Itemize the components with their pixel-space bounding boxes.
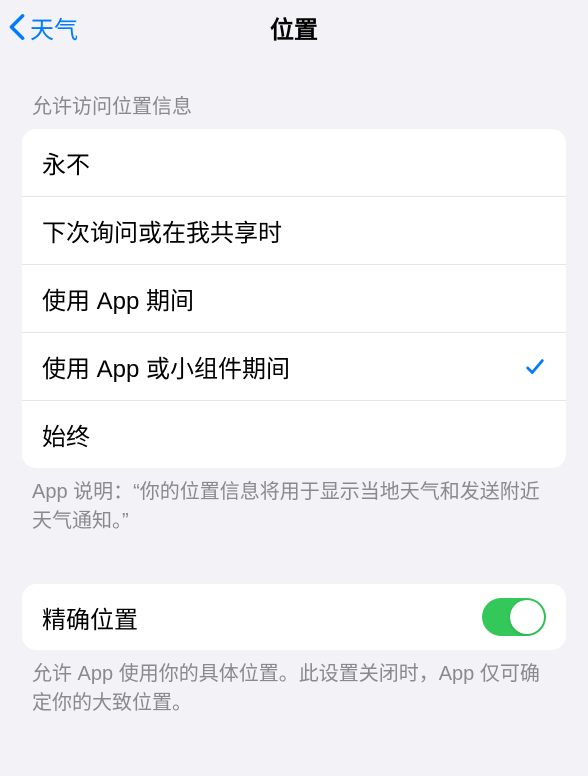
back-button[interactable]: 天气 [8,10,78,45]
access-section-footer: App 说明：“你的位置信息将用于显示当地天气和发送附近天气通知。” [0,468,588,536]
access-section-header: 允许访问位置信息 [0,54,588,129]
location-access-options: 永不 下次询问或在我共享时 使用 App 期间 使用 App 或小组件期间 始终 [22,129,566,468]
precise-section-footer: 允许 App 使用你的具体位置。此设置关闭时，App 仅可确定你的大致位置。 [0,650,588,718]
precise-location-label: 精确位置 [42,600,138,635]
precise-location-group: 精确位置 [22,584,566,650]
option-label: 使用 App 期间 [42,281,194,316]
checkmark-icon [524,356,546,378]
chevron-left-icon [8,13,26,41]
option-ask-next-time[interactable]: 下次询问或在我共享时 [22,196,566,264]
option-while-using-app[interactable]: 使用 App 期间 [22,264,566,332]
option-label: 使用 App 或小组件期间 [42,349,290,384]
switch-knob [510,600,544,634]
option-never[interactable]: 永不 [22,129,566,196]
option-always[interactable]: 始终 [22,400,566,468]
option-label: 永不 [42,145,90,180]
back-label: 天气 [30,10,78,45]
option-label: 下次询问或在我共享时 [42,213,282,248]
precise-location-toggle[interactable] [482,598,546,636]
option-label: 始终 [42,417,90,452]
navigation-bar: 天气 位置 [0,0,588,54]
option-app-or-widgets[interactable]: 使用 App 或小组件期间 [22,332,566,400]
precise-location-row: 精确位置 [22,584,566,650]
page-title: 位置 [0,10,588,45]
